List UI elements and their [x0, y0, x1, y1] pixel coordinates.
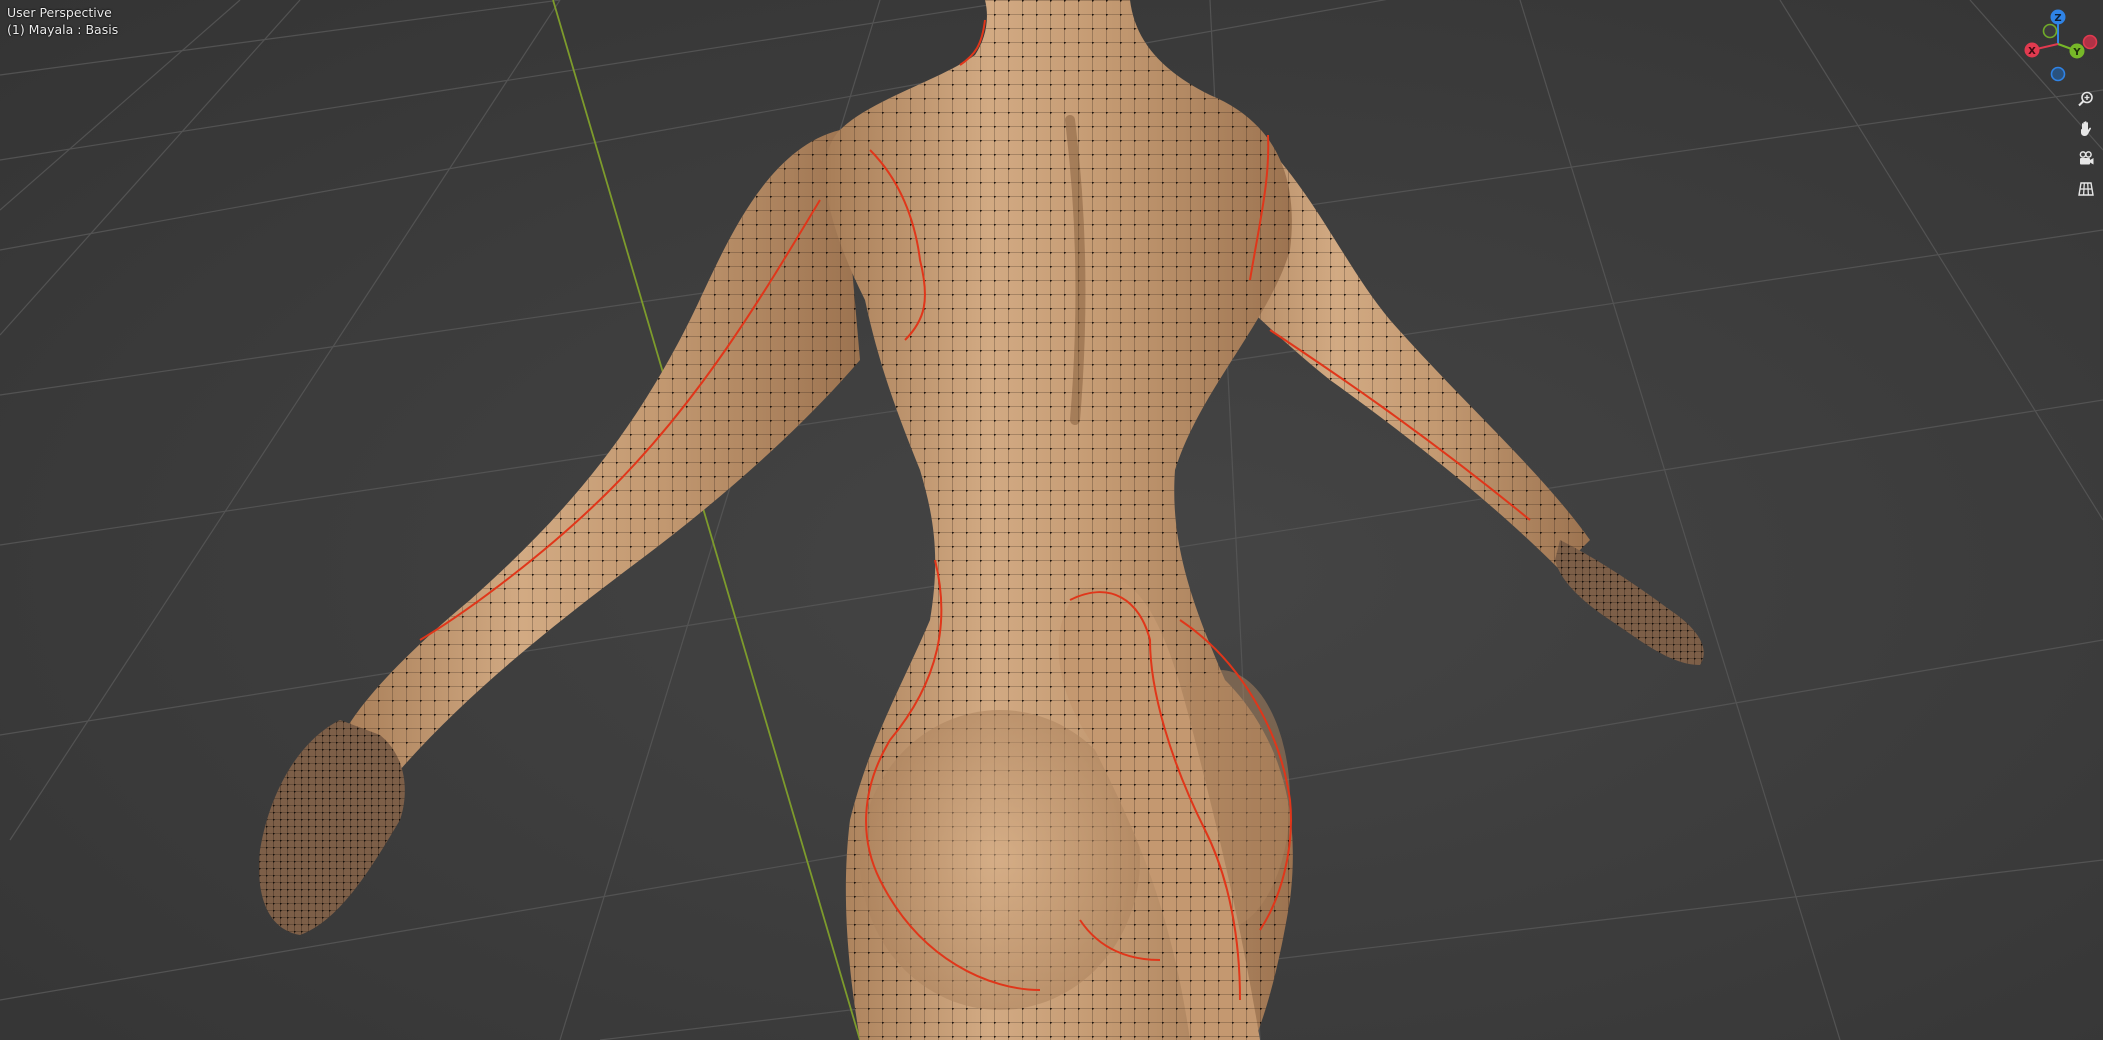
axis-z-label: Z	[2054, 13, 2061, 24]
axis-x-handle[interactable]: X	[2024, 42, 2040, 58]
3d-viewport[interactable]: User Perspective (1) Mayala : Basis Z Y	[0, 0, 2103, 1040]
grid-icon	[2078, 182, 2094, 196]
axis-z-handle[interactable]: Z	[2050, 9, 2066, 25]
zoom-button[interactable]	[2073, 86, 2099, 112]
axis-x-label: X	[2028, 46, 2036, 57]
axis-y-label: Y	[2072, 47, 2081, 58]
axis-neg-y-handle[interactable]	[2042, 23, 2058, 39]
character-mesh	[259, 0, 1704, 1040]
camera-icon	[2079, 151, 2094, 165]
axis-neg-x-handle[interactable]	[2082, 34, 2098, 50]
hand-icon	[2081, 121, 2091, 136]
navigation-buttons	[2073, 86, 2101, 206]
ortho-toggle-button[interactable]	[2073, 176, 2099, 202]
camera-view-button[interactable]	[2073, 146, 2099, 172]
axis-y-handle[interactable]: Y	[2069, 43, 2085, 59]
view-name-label: User Perspective	[7, 5, 112, 20]
navigation-gizmo[interactable]: Z Y X	[2018, 6, 2100, 84]
axis-neg-z-handle[interactable]	[2050, 66, 2066, 82]
zoom-icon	[2078, 91, 2093, 107]
object-info-label: (1) Mayala : Basis	[7, 22, 119, 37]
viewport-scene[interactable]	[0, 0, 2103, 1040]
pan-button[interactable]	[2073, 116, 2099, 142]
